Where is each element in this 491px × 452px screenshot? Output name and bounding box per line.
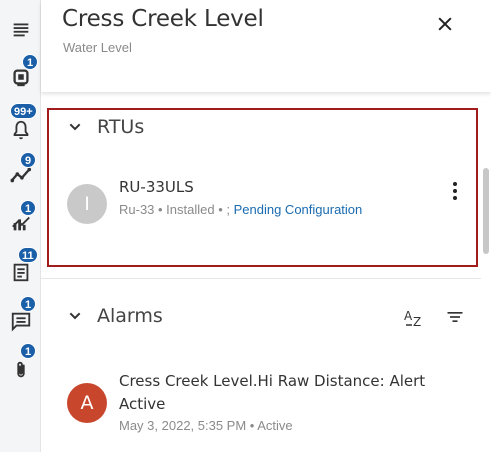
page-title: Cress Creek Level <box>62 6 264 32</box>
chevron-down-icon[interactable] <box>67 308 83 324</box>
close-icon <box>438 17 452 31</box>
rtus-section-header[interactable]: RTUs <box>67 116 144 138</box>
more-options-button[interactable] <box>447 179 463 203</box>
sort-az-icon: A Z <box>404 309 421 329</box>
document-icon <box>13 263 29 282</box>
alarm-avatar: A <box>67 383 107 423</box>
rail-item-charts[interactable]: 1 <box>6 200 36 238</box>
attachments-badge: 1 <box>20 343 36 359</box>
rtu-name: RU-33ULS <box>119 178 194 196</box>
rtu-avatar: I <box>67 184 107 224</box>
alarm-title: Cress Creek Level.Hi Raw Distance: Alert… <box>119 372 426 413</box>
rail-item-documents[interactable]: 11 <box>6 247 38 287</box>
documents-badge: 11 <box>18 247 38 263</box>
pending-configuration-link[interactable]: Pending Configuration <box>234 202 363 217</box>
kebab-dot-icon <box>453 189 457 193</box>
paperclip-icon <box>17 361 25 378</box>
kebab-dot-icon <box>453 196 457 200</box>
rail-item-attachments[interactable]: 1 <box>6 343 36 385</box>
scrollbar[interactable] <box>483 168 489 254</box>
rail-item-notifications[interactable]: 99+ <box>6 103 37 145</box>
svg-text:A: A <box>404 309 413 323</box>
panel-content: RTUs I RU-33ULS Ru-33 • Installed • ; Pe… <box>41 92 491 452</box>
devices-badge: 1 <box>22 54 38 70</box>
alarms-section-header[interactable]: Alarms <box>67 305 163 327</box>
filter-button[interactable] <box>443 305 467 329</box>
comments-badge: 1 <box>20 296 36 312</box>
svg-text:Z: Z <box>413 315 421 329</box>
alarms-section-title: Alarms <box>97 305 163 327</box>
rtu-status-text: Ru-33 • Installed • ; <box>119 202 234 217</box>
kebab-dot-icon <box>453 182 457 186</box>
rtus-section-title: RTUs <box>97 116 145 138</box>
trends-badge: 9 <box>20 152 36 168</box>
sort-button[interactable]: A Z <box>403 305 427 329</box>
rail-item-trends[interactable]: 9 <box>6 152 36 190</box>
notifications-badge: 99+ <box>10 103 37 119</box>
rtu-details: Ru-33 • Installed • ; Pending Configurat… <box>119 202 362 217</box>
menu-icon <box>13 23 29 37</box>
section-divider <box>41 278 481 279</box>
left-rail: 1 99+ 9 1 11 1 1 <box>0 0 41 452</box>
chevron-down-icon[interactable] <box>67 119 83 135</box>
menu-button[interactable] <box>6 14 36 44</box>
bell-icon <box>13 120 29 140</box>
close-button[interactable] <box>433 12 457 36</box>
comment-icon <box>11 312 31 332</box>
panel-header: Cress Creek Level Water Level <box>41 0 491 92</box>
alarm-details: May 3, 2022, 5:35 PM • Active <box>119 418 293 433</box>
filter-icon <box>447 312 463 322</box>
charts-badge: 1 <box>20 200 36 216</box>
rail-item-devices[interactable]: 1 <box>6 54 38 92</box>
rail-item-comments[interactable]: 1 <box>6 296 36 336</box>
rtus-section: RTUs I RU-33ULS Ru-33 • Installed • ; Pe… <box>47 108 478 267</box>
page-subtitle: Water Level <box>63 40 132 55</box>
